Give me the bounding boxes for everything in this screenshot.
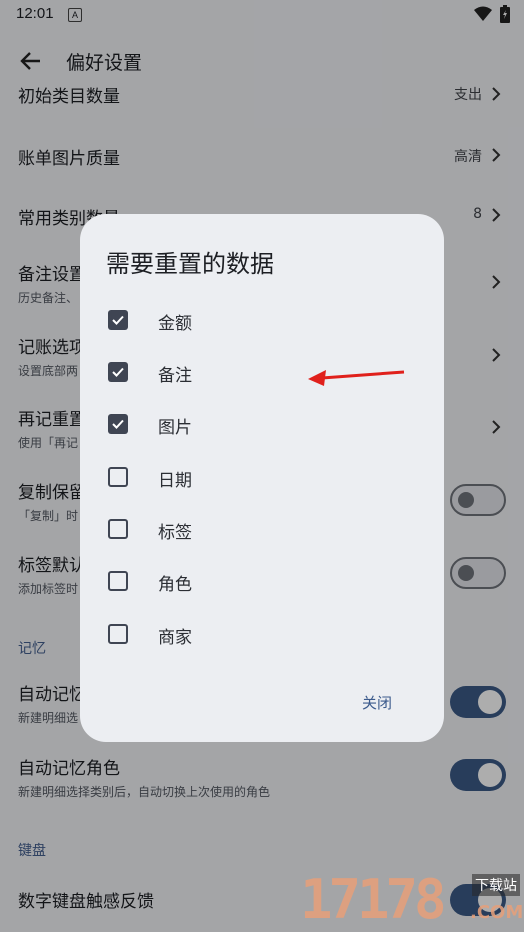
option-label: 备注 (158, 366, 192, 386)
checkbox-checked[interactable] (108, 310, 128, 330)
watermark-logo: 17178 下载站 .COM (300, 866, 524, 932)
red-arrow-annotation (308, 370, 405, 386)
dialog-title: 需要重置的数据 (106, 250, 274, 278)
option-role[interactable]: 角色 (80, 561, 444, 601)
option-label: 图片 (158, 418, 192, 438)
checkbox-checked[interactable] (108, 414, 128, 434)
option-image[interactable]: 图片 (80, 404, 444, 444)
checkbox-unchecked[interactable] (108, 467, 128, 487)
option-label: 日期 (158, 471, 192, 491)
check-icon (112, 367, 124, 377)
checkbox-unchecked[interactable] (108, 571, 128, 591)
close-button[interactable]: 关闭 (362, 692, 392, 713)
watermark-domain: .COM (470, 902, 524, 923)
option-tag[interactable]: 标签 (80, 509, 444, 549)
checkbox-unchecked[interactable] (108, 519, 128, 539)
checkbox-checked[interactable] (108, 362, 128, 382)
watermark-digits: 17178 (300, 868, 447, 931)
option-amount[interactable]: 金额 (80, 300, 444, 340)
reset-data-dialog: 需要重置的数据 金额 备注 图片 日期 标签 角色 商家 关闭 (80, 214, 444, 742)
watermark-site: 下载站 (472, 874, 520, 896)
option-merchant[interactable]: 商家 (80, 614, 444, 654)
option-date[interactable]: 日期 (80, 457, 444, 497)
option-label: 角色 (158, 575, 192, 595)
option-label: 标签 (158, 523, 192, 543)
check-icon (112, 419, 124, 429)
option-label: 金额 (158, 314, 192, 334)
check-icon (112, 315, 124, 325)
option-label: 商家 (158, 628, 192, 648)
checkbox-unchecked[interactable] (108, 624, 128, 644)
